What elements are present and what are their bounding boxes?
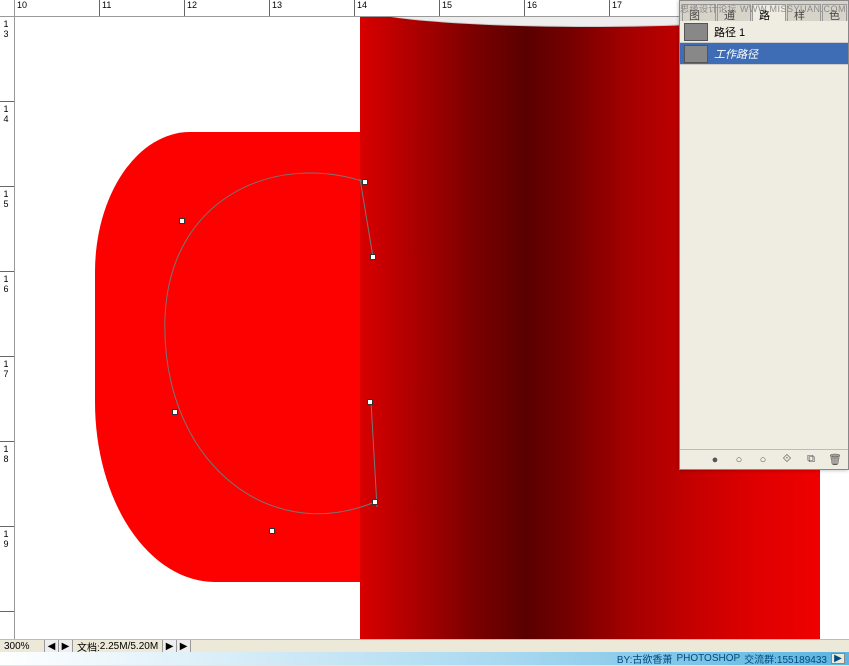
ruler-v-tick: 18: [1, 444, 10, 464]
ruler-h-tick: 10: [17, 0, 27, 10]
ruler-corner: [0, 0, 15, 17]
ruler-v-tick: 14: [1, 104, 10, 124]
ruler-h-tick: 14: [357, 0, 367, 10]
path-anchor-point[interactable]: [172, 409, 178, 415]
paths-panel[interactable]: 思缘设计论坛 WWW.MISSYUAN.COM 图层 通道 路径 样式 色 路径…: [679, 0, 849, 470]
load-selection-icon[interactable]: ○: [756, 453, 770, 467]
watermark-text: 思缘设计论坛 WWW.MISSYUAN.COM: [680, 2, 846, 15]
vertical-ruler[interactable]: 13 14 15 16 17 18 19: [0, 17, 15, 639]
path-thumbnail: [684, 23, 708, 41]
path-row-label: 路径 1: [714, 24, 745, 40]
ruler-h-tick: 17: [612, 0, 622, 10]
panel-footer: ● ○ ○ ⟐ ⧉ 🗑: [680, 449, 848, 469]
path-anchor-point[interactable]: [269, 528, 275, 534]
paths-list: 路径 1 工作路径: [680, 21, 848, 449]
path-row[interactable]: 路径 1: [680, 21, 848, 43]
doc-info-size: 2.25M/5.20M: [100, 641, 158, 652]
path-anchor-point[interactable]: [179, 218, 185, 224]
ruler-v-tick: 15: [1, 189, 10, 209]
path-row-label: 工作路径: [714, 46, 758, 62]
scroll-left-icon[interactable]: ◀: [45, 640, 59, 652]
ruler-h-tick: 12: [187, 0, 197, 10]
stroke-path-icon[interactable]: ○: [732, 453, 746, 467]
ruler-v-tick: 17: [1, 359, 10, 379]
path-handle-point[interactable]: [370, 254, 376, 260]
ruler-v-tick: 13: [1, 19, 10, 39]
ruler-h-tick: 11: [102, 0, 111, 10]
credit-qq: 交流群:155189433: [744, 651, 827, 666]
ruler-h-tick: 13: [272, 0, 282, 10]
credit-author: BY:古欲香萧: [617, 651, 673, 666]
make-workpath-icon[interactable]: ⟐: [780, 453, 794, 467]
path-handle-point[interactable]: [367, 399, 373, 405]
credit-app: PHOTOSHOP: [676, 653, 740, 664]
ruler-v-tick: 19: [1, 529, 10, 549]
path-anchor-point[interactable]: [362, 179, 368, 185]
info-menu-icon[interactable]: ▶: [163, 640, 177, 652]
ruler-h-tick: 15: [442, 0, 452, 10]
doc-info: 文档: 2.25M/5.20M: [73, 640, 163, 652]
cup-handle-shape: [95, 132, 385, 582]
path-thumbnail: [684, 45, 708, 63]
scroll-right-icon[interactable]: ▶: [177, 640, 191, 652]
footer-arrow-icon[interactable]: ▶: [831, 653, 845, 664]
scroll-right-icon[interactable]: ▶: [59, 640, 73, 652]
path-anchor-point[interactable]: [372, 499, 378, 505]
status-bar: 300% ◀ ▶ 文档: 2.25M/5.20M ▶ ▶: [0, 639, 849, 652]
new-path-icon[interactable]: ⧉: [804, 453, 818, 467]
ruler-h-tick: 16: [527, 0, 537, 10]
delete-path-icon[interactable]: 🗑: [828, 453, 842, 467]
fill-path-icon[interactable]: ●: [708, 453, 722, 467]
zoom-field[interactable]: 300%: [0, 640, 45, 652]
ruler-v-tick: 16: [1, 274, 10, 294]
path-row-selected[interactable]: 工作路径: [680, 43, 848, 65]
credit-footer: BY:古欲香萧 PHOTOSHOP 交流群:155189433 ▶: [0, 652, 849, 665]
